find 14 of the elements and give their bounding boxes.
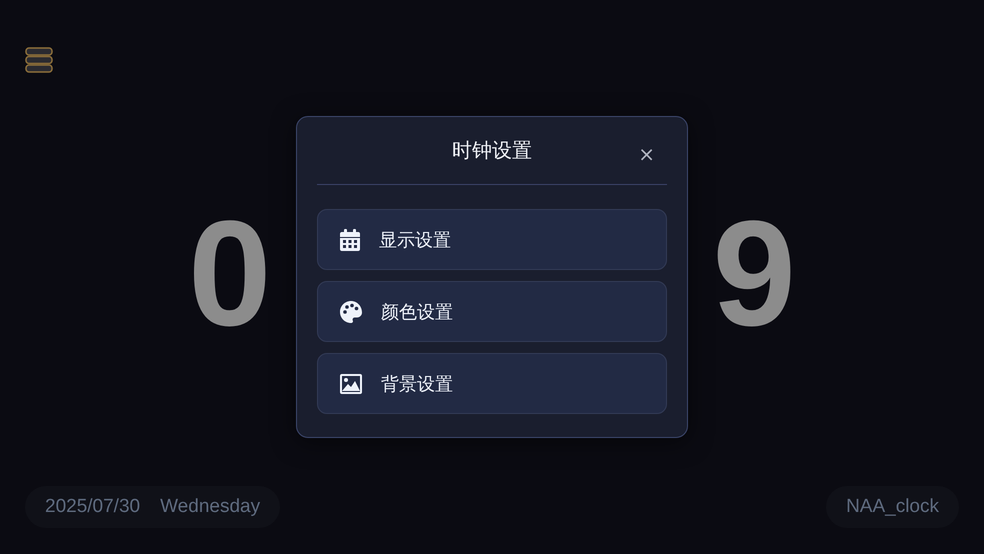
date-text: 2025/07/30	[45, 496, 140, 518]
clock-digits: 0	[188, 198, 272, 348]
weekday-text: Wednesday	[160, 496, 260, 518]
palette-icon	[340, 300, 362, 322]
settings-menu-item[interactable]: 颜色设置	[317, 281, 667, 342]
close-button[interactable]: ×	[634, 144, 659, 164]
dialog-title: 时钟设置	[452, 137, 532, 164]
clock-digits: 9	[712, 198, 796, 348]
calendar-icon	[340, 228, 360, 250]
settings-menu-item[interactable]: 背景设置	[317, 353, 667, 414]
image-icon	[340, 374, 362, 394]
settings-menu-item[interactable]: 显示设置	[317, 209, 667, 270]
app-name: NAA_clock	[846, 496, 939, 518]
menu-icon[interactable]	[25, 47, 53, 73]
